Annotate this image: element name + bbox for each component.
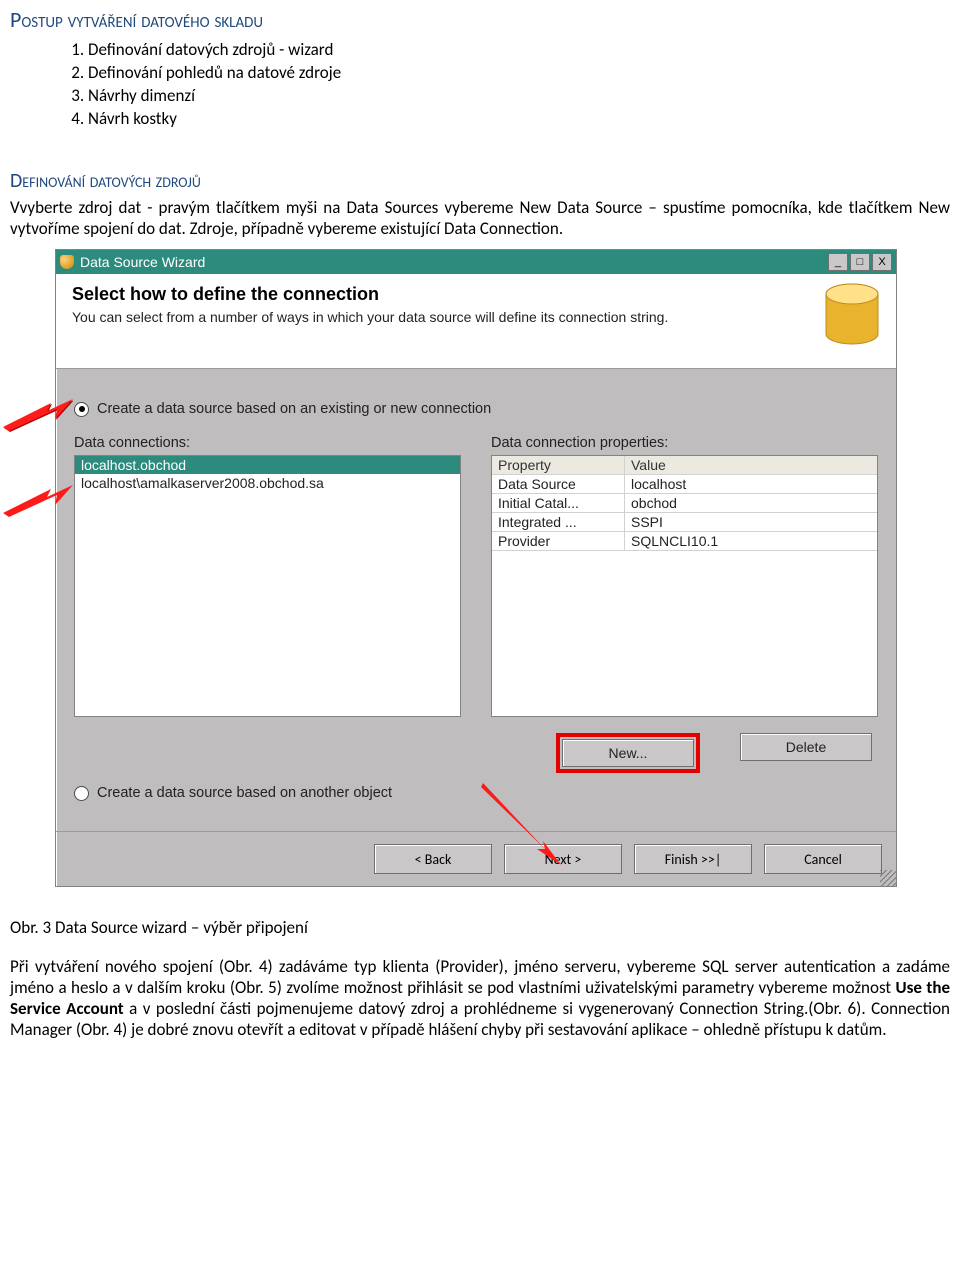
intro-paragraph: Vvyberte zdroj dat - pravým tlačítkem my… [10,197,950,239]
data-connection-properties-label: Data connection properties: [491,435,878,451]
database-icon [60,255,74,269]
prop-val: obchod [625,494,877,513]
para-text: Při vytváření nového spojení (Obr. 4) za… [10,956,950,998]
list-item[interactable]: localhost\amalkaserver2008.obchod.sa [75,474,460,492]
para-text: a v poslední části pojmenujeme datový zd… [10,998,950,1040]
step-item: Návrh kostky [88,108,950,129]
close-button[interactable]: X [872,253,892,271]
prop-key: Initial Catal... [492,494,625,513]
wizard-heading: Select how to define the connection [72,284,796,305]
step-item: Definování pohledů na datové zdroje [88,62,950,83]
col-header-property: Property [492,456,625,475]
prop-val: SSPI [625,513,877,532]
prop-key: Provider [492,532,625,551]
col-header-value: Value [625,456,877,475]
section-heading: Postup vytváření datového skladu [10,6,950,33]
radio-existing-connection[interactable]: Create a data source based on an existin… [74,401,878,417]
annotation-arrow-list [3,485,73,519]
subsection-heading: Definování datových zdrojů [10,169,950,193]
cancel-button[interactable]: Cancel [764,844,882,874]
step-item: Návrhy dimenzí [88,85,950,106]
window-title: Data Source Wizard [80,254,205,270]
window-titlebar: Data Source Wizard _ □ X [56,250,896,274]
data-connections-list[interactable]: localhost.obchod localhost\amalkaserver2… [74,455,461,717]
data-connections-label: Data connections: [74,435,461,451]
prop-val: localhost [625,475,877,494]
properties-grid: Property Value Data Sourcelocalhost Init… [491,455,878,717]
resize-grip-icon[interactable] [880,870,896,886]
figure-caption: Obr. 3 Data Source wizard – výběr připoj… [10,917,950,938]
closing-paragraph: Při vytváření nového spojení (Obr. 4) za… [10,956,950,1040]
wizard-subheading: You can select from a number of ways in … [72,309,796,325]
radio-icon [74,402,89,417]
radio-icon [74,786,89,801]
database-cylinder-icon [820,282,884,352]
step-item: Definování datových zdrojů - wizard [88,39,950,60]
annotation-highlight-new: New... [556,733,700,773]
radio-label: Create a data source based on another ob… [97,785,392,801]
prop-key: Integrated ... [492,513,625,532]
new-button[interactable]: New... [562,739,694,767]
finish-button[interactable]: Finish >>| [634,844,752,874]
delete-button[interactable]: Delete [740,733,872,761]
prop-key: Data Source [492,475,625,494]
steps-list: Definování datových zdrojů - wizard Defi… [88,39,950,129]
annotation-arrow-next [475,779,565,869]
minimize-button[interactable]: _ [828,253,848,271]
list-item[interactable]: localhost.obchod [75,456,460,474]
prop-val: SQLNCLI10.1 [625,532,877,551]
annotation-arrow-radio [3,399,73,433]
wizard-header: Select how to define the connection You … [56,274,896,369]
maximize-button[interactable]: □ [850,253,870,271]
radio-label: Create a data source based on an existin… [97,401,491,417]
